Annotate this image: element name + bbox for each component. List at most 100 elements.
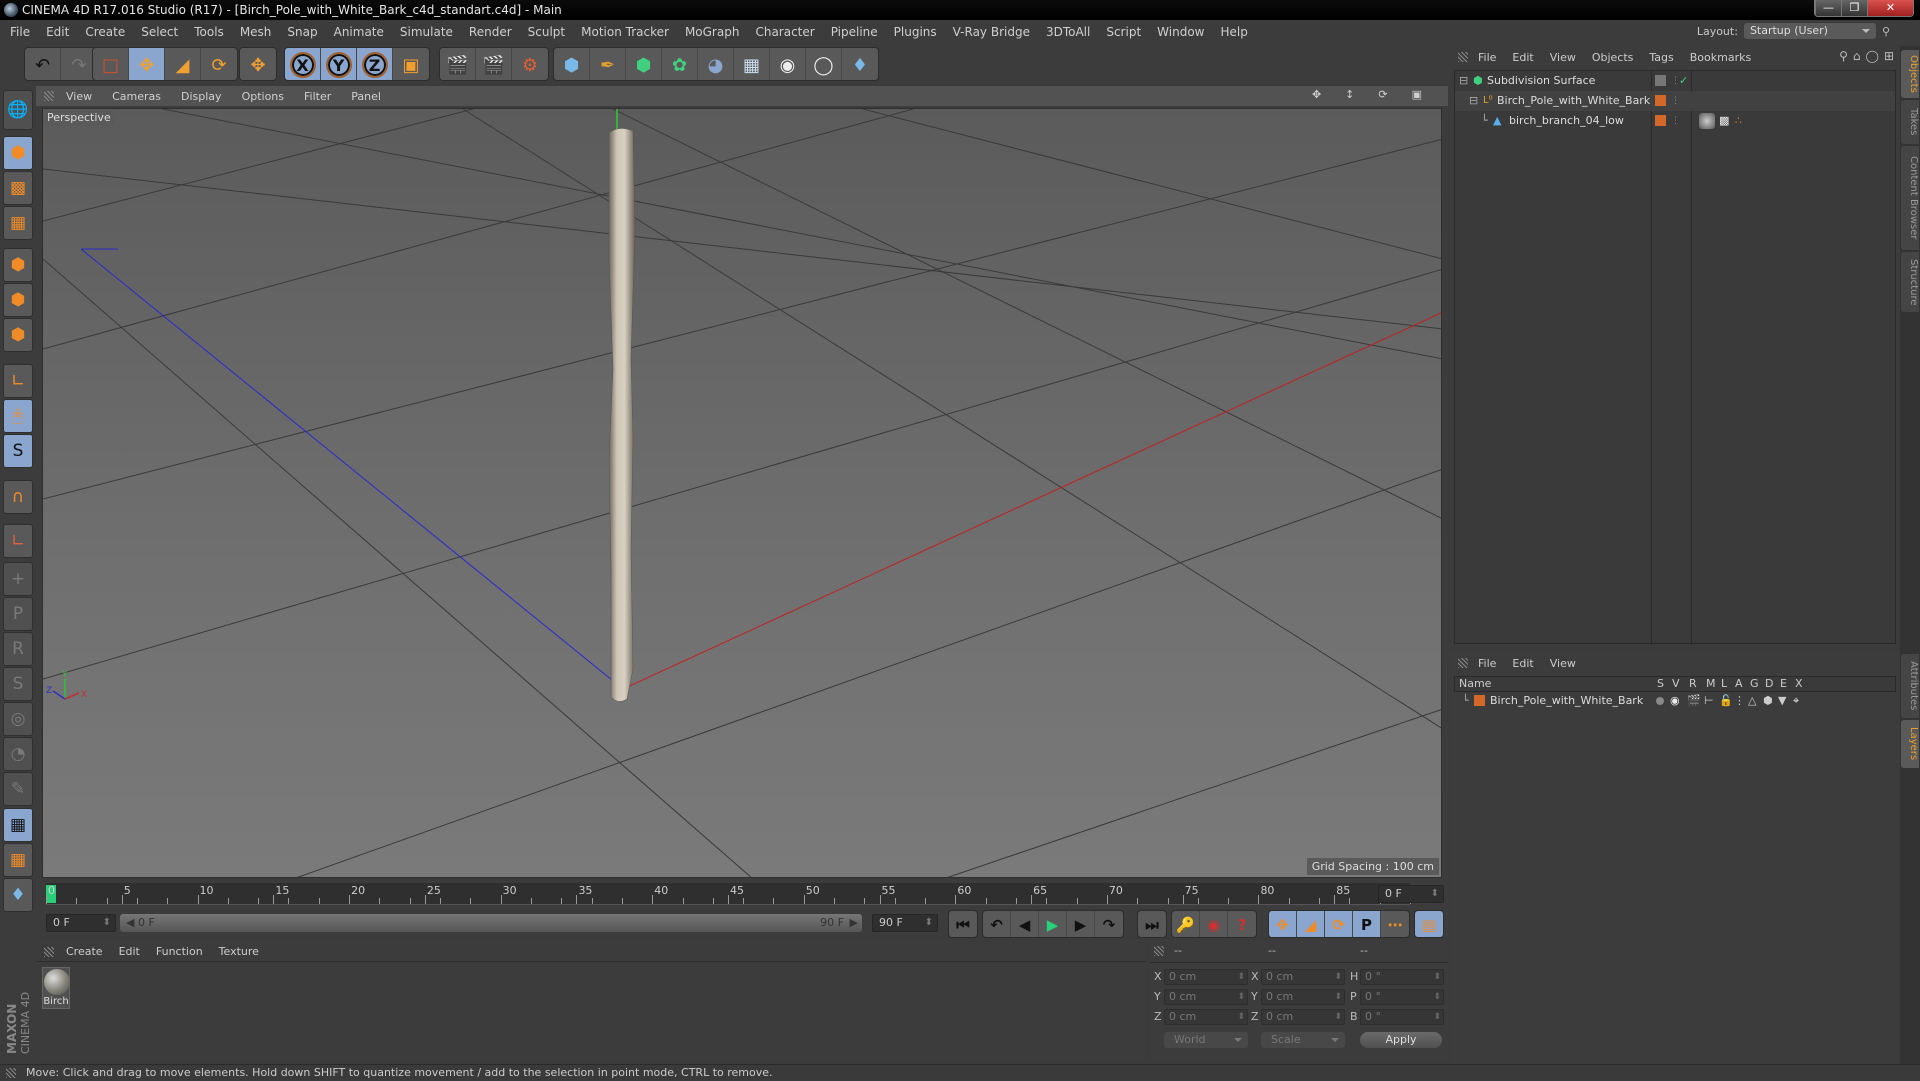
col-expressions[interactable]: E xyxy=(1780,677,1787,691)
3d-viewport[interactable]: Y X Z Perspective Grid Spacing : 100 cm xyxy=(42,108,1442,878)
mat-menu-texture[interactable]: Texture xyxy=(219,945,259,958)
autokey-icon[interactable]: ◉ xyxy=(1200,911,1228,937)
layer-menu-edit[interactable]: Edit xyxy=(1512,657,1533,670)
solo-toggle-icon[interactable] xyxy=(1656,697,1664,705)
live-selection-icon[interactable]: □ xyxy=(93,48,129,80)
coordinate-system-icon[interactable]: ▣ xyxy=(393,48,429,80)
paint-r-icon[interactable]: R xyxy=(3,632,33,666)
go-to-end-icon[interactable]: ⏭ xyxy=(1138,911,1166,937)
snap-magnet-icon[interactable]: ∩ xyxy=(3,480,33,514)
cloner-icon[interactable]: ✿ xyxy=(662,48,698,80)
recent-move-icon[interactable]: ✥ xyxy=(240,48,276,80)
home-icon[interactable]: ⌂ xyxy=(1853,49,1861,63)
close-button[interactable]: ✕ xyxy=(1867,0,1913,16)
uvw-tag-icon[interactable]: ▩ xyxy=(1719,111,1729,131)
col-view[interactable]: V xyxy=(1672,677,1680,691)
texture-mode-icon[interactable]: ▩ xyxy=(3,171,33,205)
position-x-field[interactable]: 0 cm xyxy=(1164,969,1248,985)
obj-menu-tags[interactable]: Tags xyxy=(1649,51,1673,64)
orbit-icon[interactable]: ⟳ xyxy=(1378,88,1387,101)
paint-chart-icon[interactable]: ◔ xyxy=(3,737,33,771)
workplane-axis-icon[interactable]: ∟ xyxy=(3,524,33,558)
vp-menu-view[interactable]: View xyxy=(66,90,92,103)
tab-takes[interactable]: Takes xyxy=(1901,100,1919,144)
paint-p-icon[interactable]: P xyxy=(3,597,33,631)
edges-mode-icon[interactable]: ⬢ xyxy=(3,283,33,317)
workplane-mode-icon[interactable]: ▦ xyxy=(3,206,33,240)
col-solo[interactable]: S xyxy=(1657,677,1664,691)
model-mode-icon[interactable]: ⬢ xyxy=(3,136,33,170)
menu-simulate[interactable]: Simulate xyxy=(400,25,453,39)
search-icon[interactable]: ⚲ xyxy=(1882,25,1890,38)
key-rotation-icon[interactable]: ⟳ xyxy=(1325,911,1353,937)
position-z-field[interactable]: 0 cm xyxy=(1164,1009,1248,1025)
cube-icon[interactable]: ⬢ xyxy=(554,48,590,80)
tab-structure[interactable]: Structure xyxy=(1901,252,1919,312)
object-row-subdivision[interactable]: ⊟ ⬢ Subdivision Surface ⋮ ✓ xyxy=(1455,71,1895,91)
tab-content-browser[interactable]: Content Browser xyxy=(1901,146,1919,250)
object-row-birch-branch[interactable]: └ ▲ birch_branch_04_low ⋮ ▩ ∴ xyxy=(1455,111,1895,131)
menu-window[interactable]: Window xyxy=(1157,25,1204,39)
col-generators[interactable]: G xyxy=(1750,677,1759,691)
render-toggle-icon[interactable]: 🎬 xyxy=(1687,692,1701,710)
solo-mode-icon[interactable]: S xyxy=(3,434,33,468)
menu-help[interactable]: Help xyxy=(1220,25,1247,39)
panel-grip-icon[interactable] xyxy=(44,91,54,101)
menu-file[interactable]: File xyxy=(10,25,30,39)
position-y-field[interactable]: 0 cm xyxy=(1164,989,1248,1005)
record-keys-icon[interactable]: 🔑 xyxy=(1172,911,1200,937)
key-position-icon[interactable]: ✥ xyxy=(1269,911,1297,937)
floor-icon[interactable]: ▦ xyxy=(734,48,770,80)
obj-menu-edit[interactable]: Edit xyxy=(1512,51,1533,64)
coordinate-mode-dropdown[interactable]: World xyxy=(1164,1032,1248,1048)
vp-menu-cameras[interactable]: Cameras xyxy=(112,90,161,103)
layer-color-swatch[interactable] xyxy=(1474,695,1485,706)
obj-menu-file[interactable]: File xyxy=(1478,51,1496,64)
col-deformers[interactable]: D xyxy=(1765,677,1773,691)
panel-grip-icon[interactable] xyxy=(1154,946,1164,956)
enabled-check-icon[interactable]: ✓ xyxy=(1679,71,1688,91)
visibility-dots-icon[interactable]: ⋮ xyxy=(1671,111,1680,131)
transform-mode-dropdown[interactable]: Scale xyxy=(1261,1032,1345,1048)
apply-button[interactable]: Apply xyxy=(1360,1032,1442,1048)
make-editable-icon[interactable]: 🌐 xyxy=(3,90,33,130)
rotation-h-field[interactable]: 0 ° xyxy=(1360,969,1444,985)
range-right-arrow-icon[interactable]: ▶ xyxy=(850,914,858,932)
axis-y-toggle[interactable]: Y xyxy=(321,48,357,80)
col-render[interactable]: R xyxy=(1689,677,1697,691)
range-left-arrow-icon[interactable]: ◀ xyxy=(126,914,134,932)
paint-target-icon[interactable]: ◎ xyxy=(3,702,33,736)
layer-row[interactable]: └ Birch_Pole_with_White_Bark ◉ 🎬 ⊢ 🔓 ⋮ △… xyxy=(1454,692,1896,710)
tab-layers[interactable]: Layers xyxy=(1901,720,1919,768)
sculpt-add-icon[interactable]: + xyxy=(3,562,33,596)
view-toggle-icon[interactable]: ◉ xyxy=(1670,692,1680,710)
axis-x-toggle[interactable]: X xyxy=(285,48,321,80)
deformer-icon[interactable]: ◕ xyxy=(698,48,734,80)
next-key-icon[interactable]: ↷ xyxy=(1095,911,1123,937)
visibility-icon[interactable]: ◯ xyxy=(1866,49,1879,63)
timeline-window-icon[interactable]: ▤ xyxy=(1415,911,1443,937)
birch-pole-mesh[interactable] xyxy=(608,128,636,702)
panel-grip-icon[interactable] xyxy=(1458,658,1468,668)
rotation-b-field[interactable]: 0 ° xyxy=(1360,1009,1444,1025)
menu-plugins[interactable]: Plugins xyxy=(894,25,937,39)
vp-menu-options[interactable]: Options xyxy=(242,90,284,103)
toggle-layout-icon[interactable]: ▣ xyxy=(1412,88,1422,101)
menu-character[interactable]: Character xyxy=(755,25,814,39)
menu-animate[interactable]: Animate xyxy=(334,25,384,39)
visibility-dots-icon[interactable]: ⋮ xyxy=(1671,91,1680,111)
paint-tool-icon[interactable]: ✎ xyxy=(3,772,33,806)
menu-render[interactable]: Render xyxy=(469,25,512,39)
next-frame-icon[interactable]: ▶ xyxy=(1067,911,1095,937)
rotation-p-field[interactable]: 0 ° xyxy=(1360,989,1444,1005)
light-icon[interactable]: ◯ xyxy=(806,48,842,80)
rotate-tool-icon[interactable]: ⟳ xyxy=(201,48,237,80)
col-animation[interactable]: A xyxy=(1735,677,1743,691)
generators-toggle-icon[interactable]: △ xyxy=(1748,692,1756,710)
undo-icon[interactable]: ↶ xyxy=(25,48,61,80)
menu-mesh[interactable]: Mesh xyxy=(240,25,272,39)
current-frame-field[interactable]: 0 F xyxy=(1378,885,1444,903)
search-icon[interactable]: ⚲ xyxy=(1839,49,1848,63)
python-script-icon[interactable]: ♦ xyxy=(3,878,33,912)
keyframe-selection-icon[interactable]: ? xyxy=(1228,911,1256,937)
